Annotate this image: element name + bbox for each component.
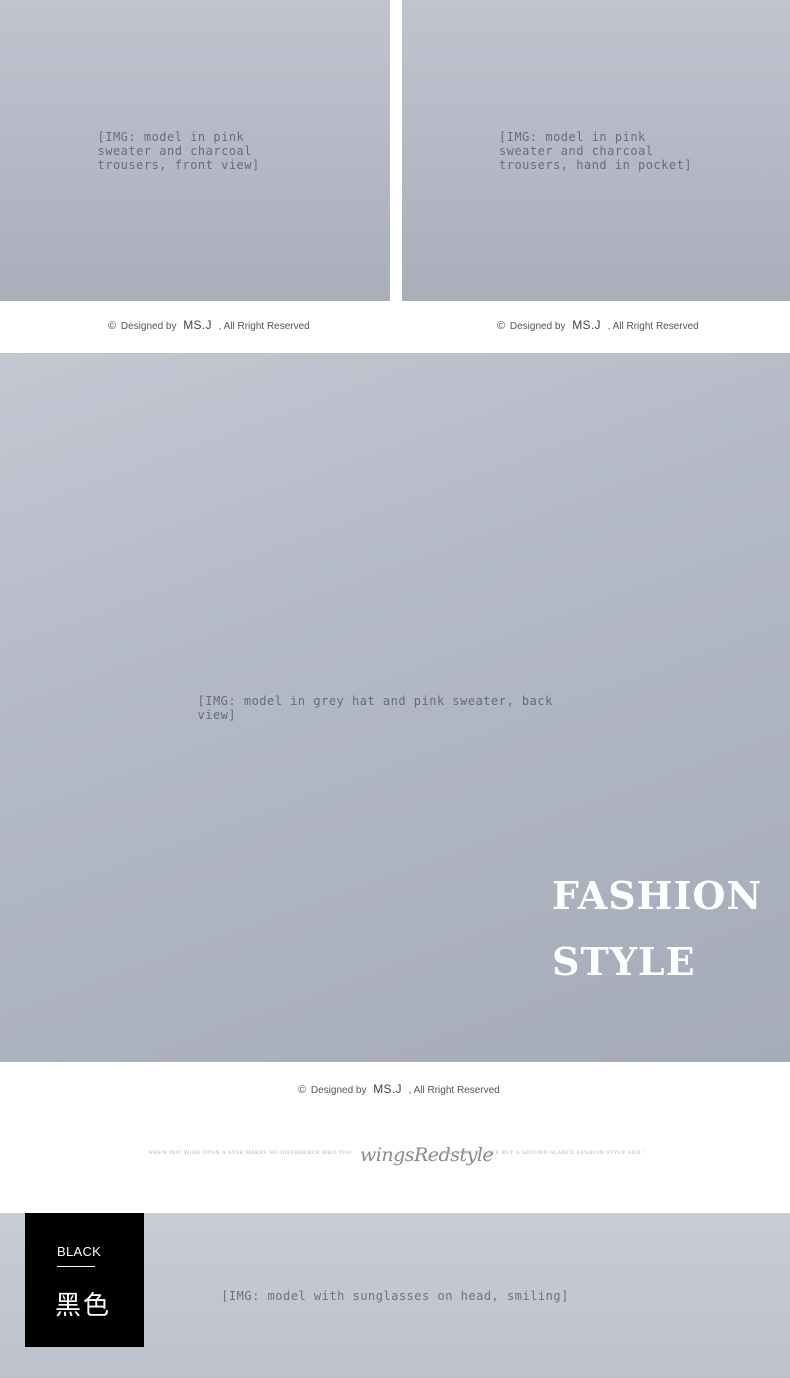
- credit-prefix: Designed by: [120, 321, 177, 332]
- credit-brand: MS.J: [373, 1082, 402, 1096]
- photo-placeholder-label: [IMG: model in pink sweater and charcoal…: [97, 129, 260, 172]
- badge-divider: [57, 1266, 95, 1267]
- product-photo-main: [IMG: model in grey hat and pink sweater…: [0, 353, 790, 1062]
- product-photo-left: [IMG: model in pink sweater and charcoal…: [0, 0, 390, 301]
- credit-prefix: Designed by: [509, 321, 566, 332]
- credit-suffix: , All Rright Reserved: [218, 321, 310, 332]
- product-photo-right: [IMG: model in pink sweater and charcoal…: [402, 0, 790, 301]
- color-badge: BLACK 黑色: [25, 1213, 144, 1347]
- credit-prefix: Designed by: [310, 1085, 367, 1096]
- copyright-icon: ©: [108, 320, 117, 332]
- copyright-icon: ©: [497, 320, 506, 332]
- credit-brand: MS.J: [183, 318, 212, 332]
- design-credit-right: © Designed by MS.J , All Rright Reserved: [497, 318, 699, 332]
- photo-placeholder-label: [IMG: model in pink sweater and charcoal…: [499, 129, 693, 172]
- headline-style: STYLE: [552, 939, 696, 984]
- color-name-english: BLACK: [57, 1244, 102, 1259]
- banner-fine-print-left: WHEN YOU WISH UPON A STAR MAKES NO DIFFE…: [148, 1150, 353, 1156]
- brand-banner: WHEN YOU WISH UPON A STAR MAKES NO DIFFE…: [148, 1144, 644, 1174]
- copyright-icon: ©: [298, 1084, 307, 1096]
- credit-suffix: , All Rright Reserved: [408, 1085, 500, 1096]
- banner-fine-print-right: AND WHAT IS LOVE BUT A SECOND GLANCE FAS…: [440, 1150, 644, 1156]
- credit-brand: MS.J: [572, 318, 601, 332]
- photo-placeholder-label: [IMG: model in grey hat and pink sweater…: [197, 693, 553, 722]
- design-credit-left: © Designed by MS.J , All Rright Reserved: [108, 318, 310, 332]
- headline-fashion: FASHION: [552, 873, 763, 918]
- design-credit-main: © Designed by MS.J , All Rright Reserved: [298, 1082, 500, 1096]
- photo-placeholder-label: [IMG: model with sunglasses on head, smi…: [221, 1288, 569, 1303]
- color-name-chinese: 黑色: [55, 1291, 112, 1321]
- credit-suffix: , All Rright Reserved: [607, 321, 699, 332]
